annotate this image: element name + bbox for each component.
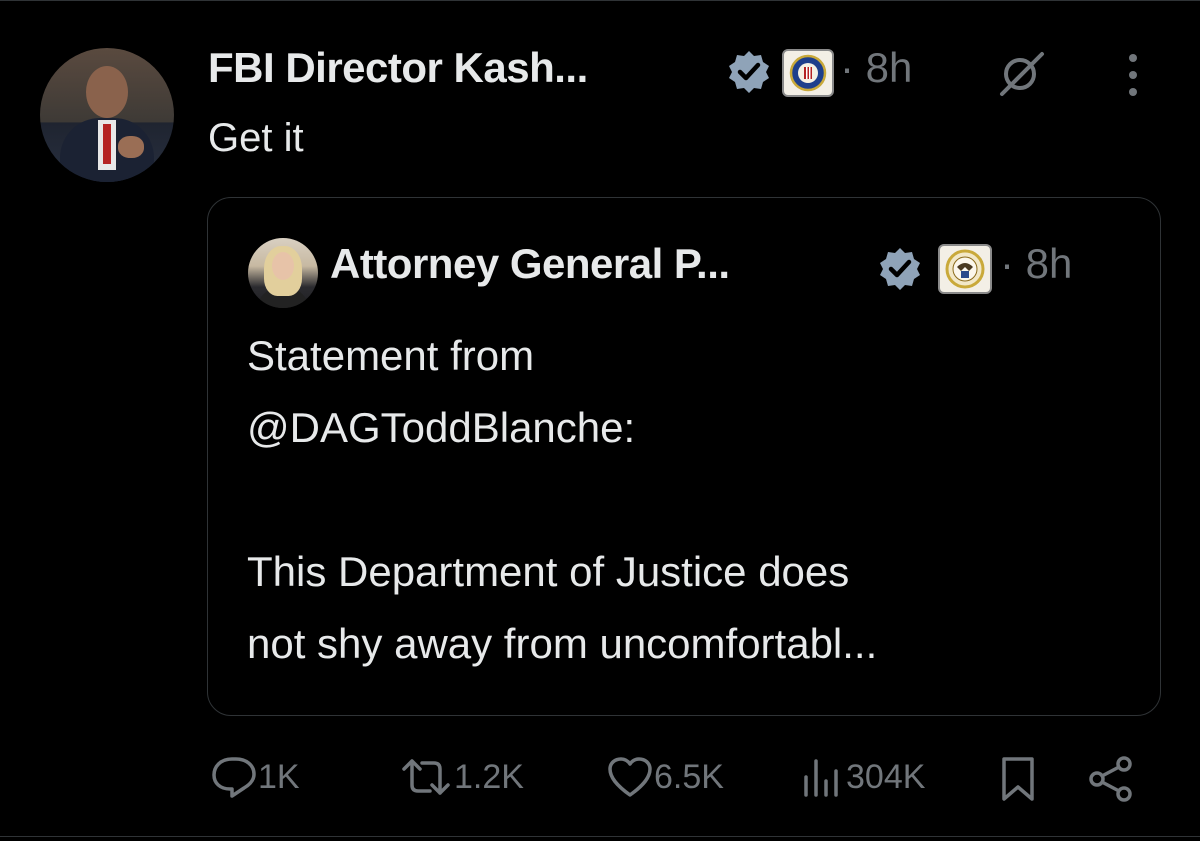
like-button[interactable]: 6.5K [606, 752, 724, 802]
repost-button[interactable]: 1.2K [398, 752, 524, 802]
reply-button[interactable]: 1K [210, 752, 300, 802]
affiliation-seal-icon[interactable] [782, 49, 834, 97]
affiliation-seal-icon[interactable] [938, 244, 992, 294]
bookmark-button[interactable] [998, 754, 1038, 804]
views-button[interactable]: 304K [800, 752, 925, 802]
verified-badge-icon[interactable] [877, 246, 923, 292]
heart-icon [608, 757, 652, 797]
bookmark-icon [1002, 757, 1034, 801]
bottom-divider [0, 836, 1200, 837]
reply-count: 1K [258, 757, 300, 796]
author-avatar[interactable] [40, 48, 174, 182]
quoted-post-time[interactable]: · 8h [1000, 240, 1072, 288]
views-count: 304K [846, 757, 926, 796]
reply-icon [212, 757, 256, 798]
post-time[interactable]: · 8h [840, 44, 912, 92]
views-icon [804, 759, 838, 797]
post-text: Get it [208, 116, 304, 160]
author-name[interactable]: FBI Director Kash... [208, 44, 588, 92]
share-icon [1089, 756, 1132, 802]
repost-count: 1.2K [454, 757, 524, 796]
quoted-author-name[interactable]: Attorney General P... [330, 240, 730, 288]
quoted-post-text: Statement from @DAGToddBlanche: This Dep… [247, 332, 878, 667]
share-button[interactable] [1086, 754, 1136, 804]
more-options-icon[interactable] [1118, 50, 1148, 100]
like-count: 6.5K [654, 757, 724, 796]
quoted-author-avatar[interactable] [248, 238, 318, 308]
top-divider [0, 0, 1200, 1]
grok-icon[interactable] [994, 50, 1050, 98]
verified-badge-icon[interactable] [726, 49, 772, 95]
repost-icon [402, 759, 450, 795]
